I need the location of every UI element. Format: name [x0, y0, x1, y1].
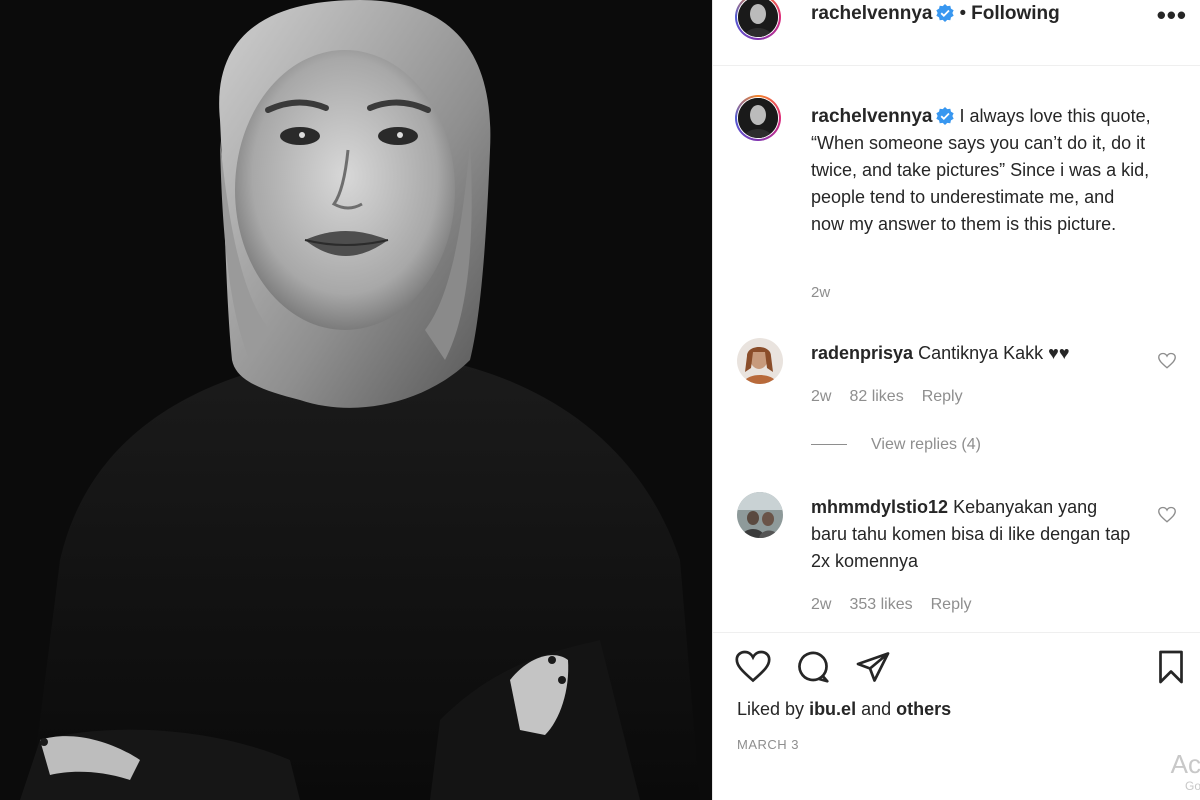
replies-divider	[811, 444, 847, 446]
caption-avatar[interactable]	[735, 95, 781, 141]
more-options-button[interactable]: •••	[1157, 0, 1187, 31]
commenter-username[interactable]: radenprisya	[811, 343, 913, 363]
commenter-avatar[interactable]	[737, 492, 783, 538]
post-photo	[0, 0, 712, 800]
liked-by-others[interactable]: others	[896, 699, 951, 719]
reply-button[interactable]: Reply	[922, 388, 963, 405]
comment-time[interactable]: 2w	[811, 388, 831, 405]
following-button[interactable]: Following	[971, 3, 1060, 24]
commenter-username[interactable]: mhmmdylstio12	[811, 497, 948, 517]
comment-meta: 2w 353 likes Reply	[811, 596, 990, 614]
liked-by-and: and	[861, 699, 892, 719]
comment-likes[interactable]: 82 likes	[849, 388, 903, 405]
author-avatar[interactable]	[735, 0, 781, 40]
activation-watermark-sub: Go	[1184, 779, 1200, 793]
share-icon[interactable]	[855, 649, 891, 685]
comment-time[interactable]: 2w	[811, 596, 831, 613]
heart-icon[interactable]	[735, 649, 771, 685]
separator-dot: •	[959, 3, 967, 24]
liked-by-user[interactable]: ibu.el	[809, 699, 856, 719]
verified-badge-icon	[936, 107, 955, 125]
comment-icon[interactable]	[795, 649, 831, 685]
caption-text-block: rachelvennya I always love this quote, “…	[811, 103, 1151, 238]
comment-heart-icon[interactable]	[1158, 352, 1176, 370]
bookmark-icon[interactable]	[1153, 649, 1189, 685]
reply-button[interactable]: Reply	[931, 596, 972, 613]
comment-body: Cantiknya Kakk ♥♥	[918, 343, 1070, 363]
commenter-avatar[interactable]	[737, 338, 783, 384]
caption-username[interactable]: rachelvennya	[811, 106, 932, 127]
comment-text-block: radenprisya Cantiknya Kakk ♥♥	[811, 340, 1131, 367]
activation-watermark: Ac	[1170, 749, 1200, 779]
post-details-pane: rachelvennya • Following ••• rachelvennya …	[712, 0, 1200, 800]
comment-heart-icon[interactable]	[1158, 506, 1176, 524]
author-username[interactable]: rachelvennya	[811, 3, 932, 24]
comment-text-block: mhmmdylstio12 Kebanyakan yang baru tahu …	[811, 494, 1131, 575]
header-user-line: rachelvennya • Following	[811, 3, 1060, 25]
comment-likes[interactable]: 353 likes	[849, 596, 912, 613]
action-bar: Liked by ibu.el and others MARCH 3 Ac Go	[713, 632, 1200, 800]
verified-badge-icon	[936, 4, 955, 22]
avatar-picture	[737, 338, 783, 384]
caption-timestamp[interactable]: 2w	[811, 284, 830, 301]
comment-meta: 2w 82 likes Reply	[811, 388, 981, 406]
view-replies-button[interactable]: View replies (4)	[811, 436, 981, 454]
liked-by-line: Liked by ibu.el and others	[737, 699, 951, 720]
post-date[interactable]: MARCH 3	[737, 737, 799, 752]
post-header: rachelvennya • Following •••	[713, 0, 1200, 66]
avatar-picture	[737, 492, 783, 538]
portrait-image	[0, 0, 712, 800]
avatar-picture	[738, 98, 778, 138]
view-replies-label: View replies (4)	[871, 436, 981, 453]
liked-by-prefix: Liked by	[737, 699, 805, 719]
